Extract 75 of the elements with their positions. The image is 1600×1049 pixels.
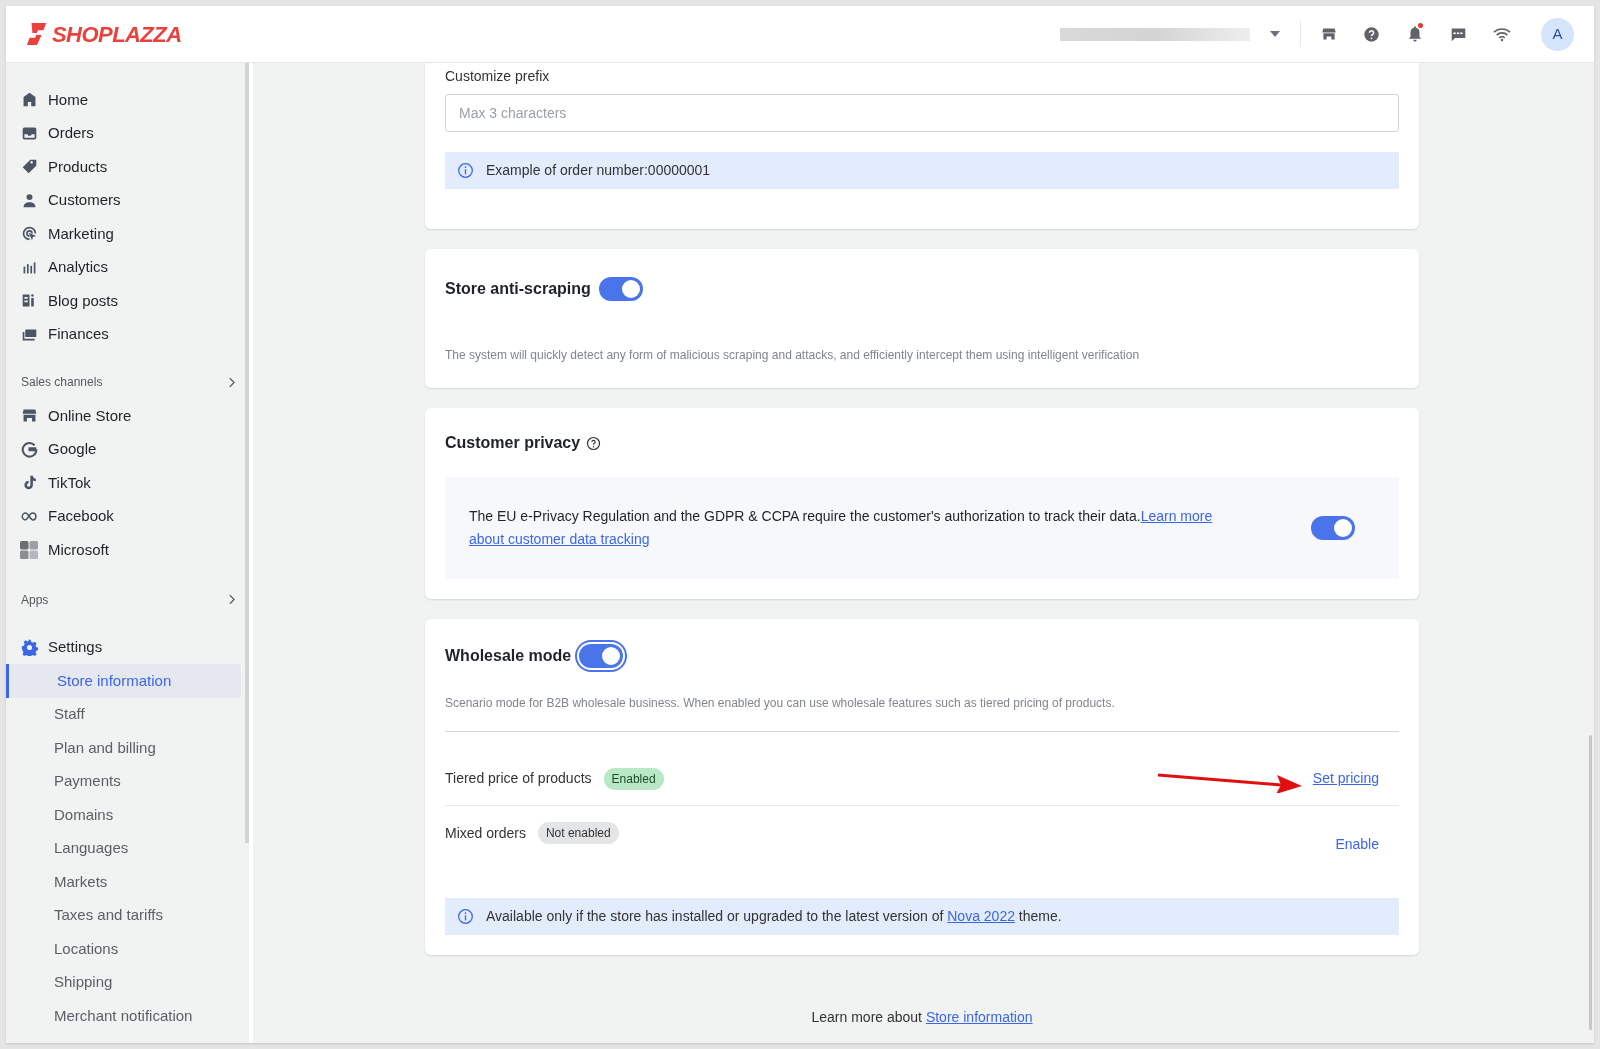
prefix-input[interactable]: Max 3 characters xyxy=(445,94,1399,132)
cursor-target-icon xyxy=(21,225,38,243)
nav-item[interactable]: Orders xyxy=(6,116,249,150)
status-badge: Not enabled xyxy=(537,822,619,844)
caret-icon xyxy=(1270,31,1280,37)
nav-subitem[interactable]: Domains xyxy=(6,798,241,832)
section-title: Store anti-scraping xyxy=(445,279,591,299)
section-title: Sales channels xyxy=(21,374,103,391)
section-title: Wholesale mode xyxy=(445,646,572,666)
person-icon xyxy=(21,191,38,209)
section-title: Apps xyxy=(21,591,49,609)
home-icon xyxy=(21,91,38,109)
feature-label: Tiered price of products xyxy=(445,769,592,788)
help-icon[interactable] xyxy=(1363,25,1380,43)
nav-item[interactable]: Marketing xyxy=(6,217,249,251)
nav-subitem[interactable]: Payments xyxy=(6,764,241,798)
nav-item[interactable]: Products xyxy=(6,150,249,184)
chevron-right-icon xyxy=(228,376,235,388)
scrollbar[interactable] xyxy=(1589,735,1592,1030)
toggle-switch[interactable] xyxy=(1311,516,1355,540)
bell-icon[interactable] xyxy=(1406,25,1424,43)
gear-icon xyxy=(21,638,38,656)
nav-item[interactable]: TikTok xyxy=(6,466,249,500)
nav-item[interactable]: Finances xyxy=(6,317,249,351)
nav-subitem[interactable]: Shipping xyxy=(6,965,241,999)
avatar[interactable]: A xyxy=(1541,17,1574,51)
scrollbar[interactable] xyxy=(245,63,249,843)
status-badge: Enabled xyxy=(603,767,664,790)
footer-text: Learn more about Store information xyxy=(810,1008,1034,1027)
help-icon[interactable] xyxy=(586,435,602,451)
enable-button[interactable]: Enable xyxy=(1335,834,1379,855)
chevron-right-icon xyxy=(228,594,235,605)
info-icon xyxy=(457,162,474,179)
nav-item[interactable]: Customers xyxy=(6,183,249,217)
nav-subitem[interactable]: Markets xyxy=(6,865,241,899)
description: Scenario mode for B2B wholesale business. When enabled you can use wholesale features such as tiered pricing of products. xyxy=(445,694,1399,732)
wifi-icon[interactable] xyxy=(1493,26,1511,42)
nav-item[interactable]: Online Store xyxy=(6,399,249,433)
learn-more-link[interactable]: about customer data tracking xyxy=(469,531,650,547)
logo-mark-icon xyxy=(26,22,48,46)
banner-text: Available only if the store has installed or upgraded to the latest version of Nova 2022 theme. xyxy=(486,907,1062,926)
nav-subitem[interactable]: Locations xyxy=(6,932,241,966)
nav-subitem[interactable]: Taxes and tariffs xyxy=(6,898,241,932)
theme-link[interactable]: Nova 2022 xyxy=(947,908,1015,924)
tag-icon xyxy=(21,158,38,176)
section-header[interactable]: Sales channels xyxy=(6,365,249,399)
set-pricing-link[interactable]: Set pricing xyxy=(1312,768,1379,789)
nav-item[interactable]: Google xyxy=(6,432,249,466)
store-information-link[interactable]: Store information xyxy=(925,1009,1033,1025)
privacy-text: The EU e-Privacy Regulation and the GDPR & CCPA require the customer's authorization to track their data.Learn more about customer data tracking xyxy=(469,507,1214,549)
nav-subitem[interactable]: Staff xyxy=(6,697,241,731)
nav-item[interactable]: Microsoft xyxy=(6,533,249,567)
nav-subitem[interactable]: Store information xyxy=(6,664,241,698)
nav-item[interactable]: Settings xyxy=(6,630,249,664)
feature-label: Mixed orders xyxy=(445,823,526,843)
windows-tiles-icon xyxy=(19,539,39,560)
nav-item[interactable]: Facebook xyxy=(6,499,249,533)
brand-name: SHOPLAZZA xyxy=(52,20,182,49)
nav-subitem[interactable]: Merchant notification xyxy=(6,999,241,1033)
nav-item[interactable]: Analytics xyxy=(6,250,249,284)
section-header[interactable]: Apps xyxy=(6,582,249,617)
nav-item[interactable]: Home xyxy=(6,83,249,117)
banner-text: Example of order number:00000001 xyxy=(486,161,711,180)
music-note-icon xyxy=(21,474,38,492)
nav-subitem[interactable]: Languages xyxy=(6,831,241,865)
field-label: Customize prefix xyxy=(445,67,551,86)
section-title: Customer privacy xyxy=(445,433,581,453)
storefront-icon[interactable] xyxy=(1321,26,1337,42)
nav-subitem[interactable]: Plan and billing xyxy=(6,731,241,765)
learn-more-link[interactable]: Learn more xyxy=(1140,508,1213,524)
g-letter-icon xyxy=(21,440,38,458)
toggle-switch[interactable] xyxy=(598,277,643,301)
info-icon xyxy=(457,908,474,925)
description: The system will quickly detect any form of malicious scraping and attacks, and efficiently intercept them using intelligent verification xyxy=(445,347,1141,364)
nav-item[interactable]: Blog posts xyxy=(6,284,249,318)
